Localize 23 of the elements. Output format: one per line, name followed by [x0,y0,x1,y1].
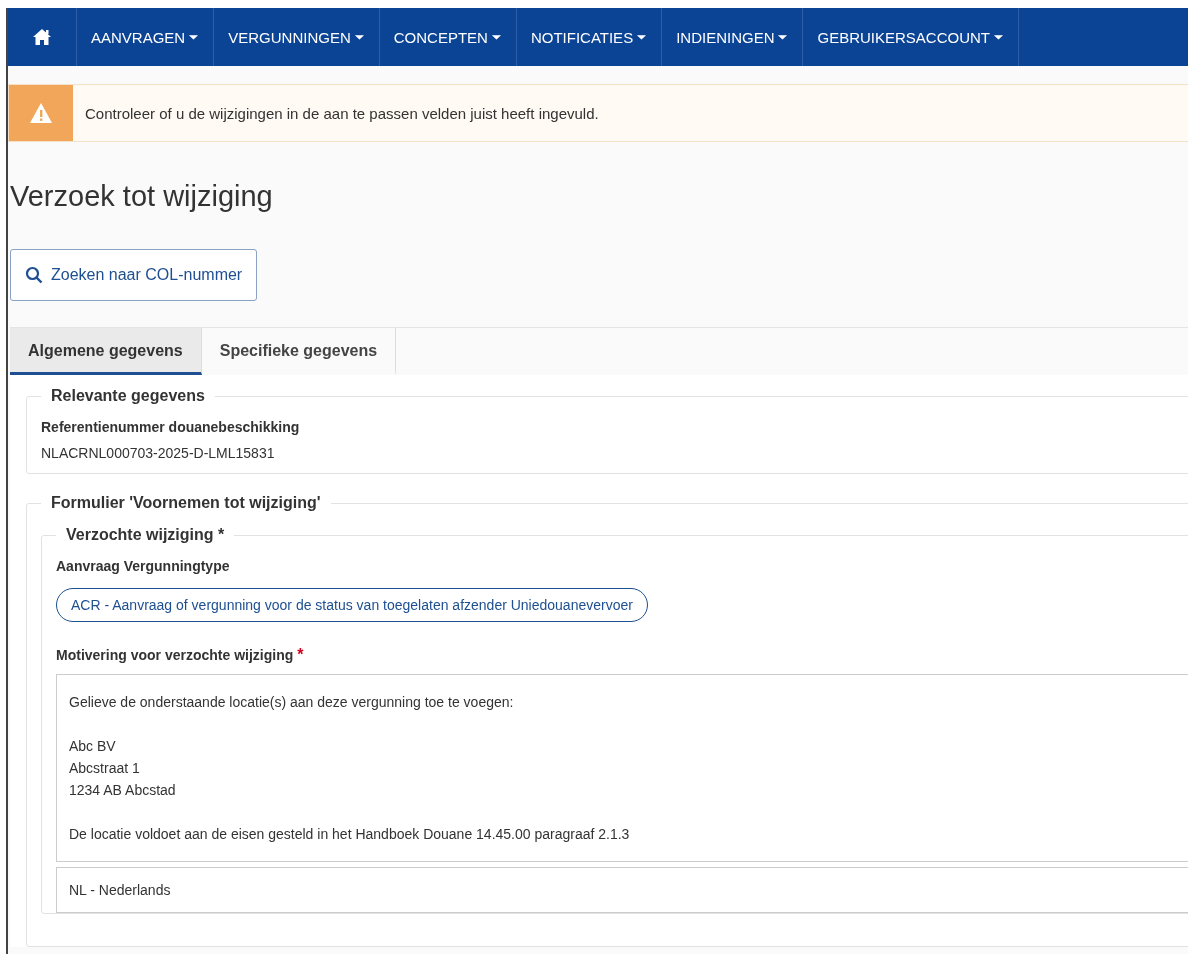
nav-menu-item[interactable]: NOTIFICATIES ⏷ [516,8,663,66]
search-button[interactable]: Zoeken naar COL-nummer [10,249,258,301]
field-label: Referentienummer douanebeschikking [41,419,301,435]
search-icon [25,266,43,284]
field-label: Motivering voor verzochte wijziging [56,647,294,663]
alert-message: Controleer of u de wijzigingen in de aan te passen velden juist heeft ingevuld. [84,103,599,124]
nav-menu-item[interactable]: AANVRAGEN ⏷ [77,8,215,66]
field-value: NLACRNL000703-2025-D-LML15831 [41,445,276,461]
nav-menu-item[interactable]: INDIENINGEN ⏷ [662,8,804,66]
nav-menu-item[interactable]: VERGUNNINGEN ⏷ [214,8,380,66]
tab[interactable]: Algemene gegevens [10,328,202,375]
nav-menu-item[interactable]: GEBRUIKERSACCOUNT ⏷ [803,8,1019,66]
motivation-field[interactable]: Gelieve de onderstaande locatie(s) aan deze vergunning toe te voegen: Abc BV Abcstraat 1 1234 AB Abcstad De locatie voldoet aan de eisen gesteld in het Handboek Douane 14.45.00 paragraaf 2.1.3 [56,674,1188,862]
section-legend: Formulier 'Voornemen tot wijziging' [41,494,331,512]
home-icon[interactable] [32,28,52,46]
warning-icon [29,102,53,124]
section-legend: Relevante gegevens [41,387,215,405]
nav-menu-item[interactable]: CONCEPTEN ⏷ [379,8,517,66]
required-mark: * [297,646,304,663]
field-label: Aanvraag Vergunningtype [56,558,231,574]
page-title: Verzoek tot wijziging [10,180,274,213]
section-legend: Verzochte wijziging * [56,526,235,544]
language-field[interactable]: NL - Nederlands [56,867,1188,913]
